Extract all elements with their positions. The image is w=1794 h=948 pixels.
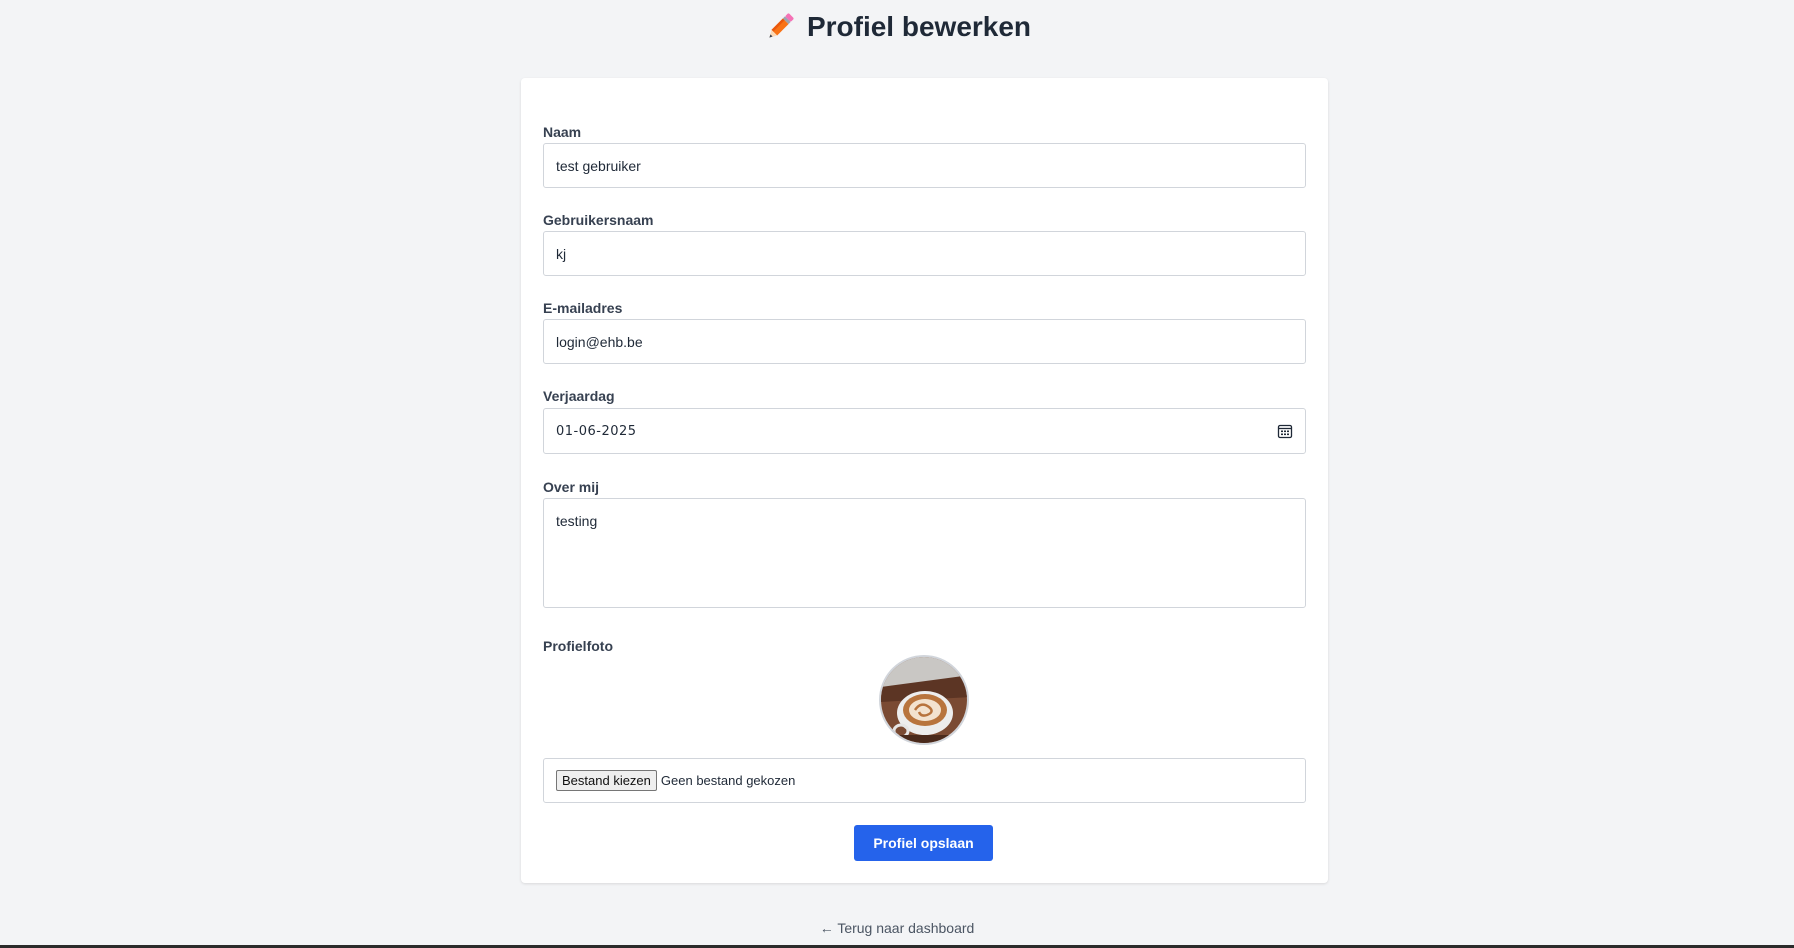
name-input[interactable]: test gebruiker	[543, 143, 1306, 188]
about-textarea[interactable]: testing	[543, 498, 1306, 608]
username-input[interactable]: kj	[543, 231, 1306, 276]
no-file-text: Geen bestand gekozen	[660, 773, 796, 788]
email-label: E-mailadres	[543, 300, 623, 316]
birthday-value: 01-06-2025	[556, 423, 637, 439]
save-profile-button[interactable]: Profiel opslaan	[854, 825, 993, 861]
birthday-input[interactable]: 01-06-2025	[543, 408, 1306, 454]
back-to-dashboard-link[interactable]: ← Terug naar dashboard	[0, 920, 1794, 936]
username-value: kj	[556, 245, 567, 262]
profile-form-card: Naam test gebruiker Gebruikersnaam kj E-…	[521, 78, 1328, 883]
choose-file-button[interactable]: Bestand kiezen	[556, 770, 657, 791]
name-label: Naam	[543, 124, 582, 140]
edit-profile-page: Profiel bewerken Naam test gebruiker Geb…	[0, 0, 1794, 948]
about-label: Over mij	[543, 479, 600, 495]
avatar	[879, 655, 969, 745]
photo-label: Profielfoto	[543, 638, 613, 654]
email-input[interactable]: login@ehb.be	[543, 319, 1306, 364]
profile-photo	[881, 657, 967, 743]
username-label: Gebruikersnaam	[543, 212, 654, 228]
calendar-icon[interactable]	[1277, 423, 1293, 439]
birthday-label: Verjaardag	[543, 388, 615, 404]
about-value: testing	[556, 513, 598, 529]
page-title: Profiel bewerken	[806, 11, 1032, 42]
pencil-icon	[763, 10, 797, 44]
page-header: Profiel bewerken	[0, 10, 1794, 44]
email-value: login@ehb.be	[556, 333, 643, 350]
name-value: test gebruiker	[556, 157, 641, 174]
photo-file-input: Bestand kiezen Geen bestand gekozen	[543, 758, 1306, 803]
